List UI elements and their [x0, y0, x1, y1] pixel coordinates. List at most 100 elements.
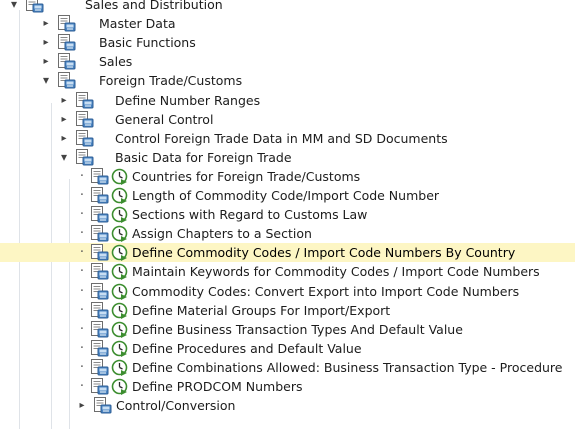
leaf-bullet-icon: · — [79, 302, 85, 318]
tree-row-maintain-keywords-for-commodity-codes-import-code-numbers[interactable]: · Maintain Keywords for Commodity Codes … — [0, 262, 575, 281]
tree-row-commodity-codes-convert-export-into-import-code-numbers[interactable]: · Commodity Codes: Convert Export into I… — [0, 282, 575, 301]
expand-triangle-icon[interactable]: ▸ — [59, 91, 69, 110]
leaf-bullet-icon: · — [79, 321, 85, 337]
img-document-icon — [57, 15, 76, 32]
execute-clock-icon[interactable] — [111, 225, 128, 243]
leaf-bullet-icon: · — [79, 283, 85, 299]
tree-row-general-control[interactable]: ▸ General Control — [0, 110, 575, 129]
execute-clock-icon[interactable] — [111, 359, 128, 376]
img-document-icon — [57, 72, 76, 89]
img-document-icon[interactable] — [90, 358, 109, 376]
tree-node-label[interactable]: Assign Chapters to a Section — [132, 224, 312, 243]
leaf-bullet-icon: · — [79, 226, 85, 242]
execute-clock-icon[interactable] — [111, 187, 128, 204]
tree-row-define-commodity-codes-import-code-numbers-by-country[interactable]: · Define Commodity Codes / Import Code N… — [0, 243, 575, 263]
img-document-icon — [57, 53, 76, 70]
tree-node-label[interactable]: Define Number Ranges — [115, 91, 260, 110]
execute-clock-icon[interactable] — [111, 321, 128, 338]
tree-node-label[interactable]: Define Combinations Allowed: Business Tr… — [132, 358, 562, 377]
tree-node-label[interactable]: Maintain Keywords for Commodity Codes / … — [132, 262, 540, 281]
customizing-tree: ▾ Sales and Distribution ▸ Master Data ▸ B… — [0, 0, 575, 429]
tree-row-define-combinations-allowed-business-transaction-type-procedure[interactable]: · Define Combinations Allowed: Business … — [0, 358, 575, 377]
execute-clock-icon[interactable] — [111, 168, 128, 185]
leaf-bullet-icon: · — [79, 168, 85, 184]
tree-row-countries-for-foreign-trade-customs[interactable]: · Countries for Foreign Trade/Customs — [0, 167, 575, 186]
expand-triangle-icon[interactable]: ▸ — [41, 52, 51, 71]
execute-clock-icon[interactable] — [111, 244, 128, 262]
img-document-icon — [93, 397, 112, 414]
img-document-icon — [75, 129, 94, 147]
tree-node-label[interactable]: Define Procedures and Default Value — [132, 339, 362, 358]
tree-row-define-business-transaction-types-and-default-value[interactable]: · Define Business Transaction Types And … — [0, 320, 575, 339]
execute-clock-icon[interactable] — [111, 340, 128, 357]
collapse-triangle-icon[interactable]: ▾ — [9, 0, 19, 14]
leaf-bullet-icon: · — [79, 264, 85, 280]
img-document-icon[interactable] — [90, 244, 109, 261]
tree-node-label[interactable]: Define Commodity Codes / Import Code Num… — [132, 243, 515, 262]
expand-triangle-icon[interactable]: ▸ — [59, 110, 69, 129]
img-document-icon[interactable] — [90, 378, 109, 395]
img-document-icon[interactable] — [90, 320, 109, 338]
tree-row-define-prodcom-numbers[interactable]: · Define PRODCOM Numbers — [0, 377, 575, 396]
tree-node-label[interactable]: Define Material Groups For Import/Export — [132, 301, 390, 320]
tree-row-basic-data-for-foreign-trade[interactable]: ▾ Basic Data for Foreign Trade — [0, 148, 575, 167]
img-document-icon[interactable] — [90, 282, 109, 300]
leaf-bullet-icon: · — [79, 207, 85, 223]
collapse-triangle-icon[interactable]: ▾ — [59, 148, 69, 167]
img-document-icon — [75, 91, 94, 109]
tree-row-control-foreign-trade-data-in-mm-and-sd-documents[interactable]: ▸ Control Foreign Trade Data in MM and S… — [0, 129, 575, 148]
expand-triangle-icon[interactable]: ▸ — [77, 396, 87, 415]
execute-clock-icon[interactable] — [111, 283, 128, 300]
tree-row-basic-functions[interactable]: ▸ Basic Functions — [0, 33, 575, 52]
leaf-bullet-icon: · — [79, 379, 85, 394]
img-document-icon[interactable] — [90, 301, 109, 319]
img-document-icon — [75, 148, 94, 166]
img-document-icon — [57, 34, 76, 51]
expand-triangle-icon[interactable]: ▸ — [41, 33, 51, 52]
leaf-bullet-icon: · — [79, 340, 85, 356]
tree-node-label[interactable]: Define Business Transaction Types And De… — [132, 320, 463, 339]
img-document-icon[interactable] — [90, 225, 109, 242]
tree-node-label[interactable]: Sections with Regard to Customs Law — [132, 205, 367, 224]
tree-row-define-material-groups-for-import-export[interactable]: · Define Material Groups For Import/Expo… — [0, 301, 575, 320]
tree-node-label[interactable]: Commodity Codes: Convert Export into Imp… — [132, 282, 519, 301]
leaf-bullet-icon: · — [79, 359, 85, 375]
collapse-triangle-icon[interactable]: ▾ — [41, 71, 51, 90]
tree-node-label[interactable]: Control/Conversion — [116, 396, 235, 415]
img-document-icon[interactable] — [90, 339, 109, 357]
img-document-icon[interactable] — [90, 206, 109, 223]
execute-clock-icon[interactable] — [111, 302, 128, 319]
leaf-bullet-icon: · — [79, 188, 85, 203]
tree-row-sales-and-distribution[interactable]: ▾ Sales and Distribution — [0, 0, 575, 14]
tree-node-label[interactable]: Basic Data for Foreign Trade — [115, 148, 292, 167]
tree-node-label[interactable]: Countries for Foreign Trade/Customs — [132, 167, 360, 186]
img-document-icon — [25, 0, 44, 13]
tree-node-label[interactable]: Sales and Distribution — [85, 0, 223, 14]
expand-triangle-icon[interactable]: ▸ — [41, 14, 51, 33]
img-document-icon[interactable] — [90, 263, 109, 280]
tree-node-label[interactable]: General Control — [115, 110, 213, 129]
tree-node-label[interactable]: Foreign Trade/Customs — [99, 71, 242, 90]
tree-row-define-number-ranges[interactable]: ▸ Define Number Ranges — [0, 91, 575, 110]
tree-row-master-data[interactable]: ▸ Master Data — [0, 14, 575, 33]
tree-node-label[interactable]: Define PRODCOM Numbers — [132, 377, 303, 396]
tree-node-label[interactable]: Sales — [99, 52, 132, 71]
tree-row-define-procedures-and-default-value[interactable]: · Define Procedures and Default Value — [0, 339, 575, 358]
tree-row-control-conversion[interactable]: ▸ Control/Conversion — [0, 396, 575, 415]
img-document-icon — [75, 110, 94, 128]
execute-clock-icon[interactable] — [111, 206, 128, 224]
img-document-icon[interactable] — [90, 167, 109, 185]
tree-node-label[interactable]: Control Foreign Trade Data in MM and SD … — [115, 129, 448, 148]
tree-node-label[interactable]: Master Data — [99, 14, 176, 33]
tree-node-label[interactable]: Basic Functions — [99, 33, 196, 52]
tree-row-length-of-commodity-code-import-code-number[interactable]: · Length of Commodity Code/Import Code N… — [0, 186, 575, 205]
tree-node-label[interactable]: Length of Commodity Code/Import Code Num… — [132, 186, 439, 205]
tree-row-foreign-trade-customs[interactable]: ▾ Foreign Trade/Customs — [0, 71, 575, 90]
tree-row-sales[interactable]: ▸ Sales — [0, 52, 575, 71]
expand-triangle-icon[interactable]: ▸ — [59, 129, 69, 148]
tree-row-sections-with-regard-to-customs-law[interactable]: · Sections with Regard to Customs Law — [0, 205, 575, 224]
tree-row-assign-chapters-to-a-section[interactable]: · Assign Chapters to a Section — [0, 224, 575, 243]
execute-clock-icon[interactable] — [111, 263, 128, 281]
img-document-icon[interactable] — [90, 187, 109, 204]
execute-clock-icon[interactable] — [111, 378, 128, 395]
